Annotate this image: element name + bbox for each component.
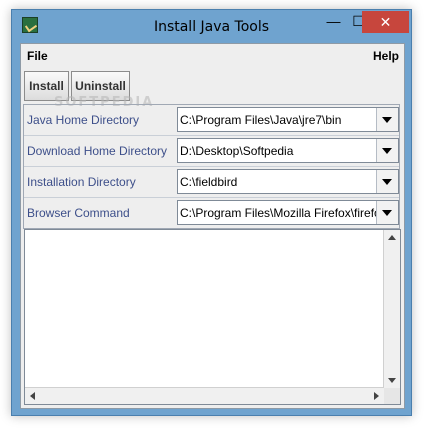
- scroll-down-arrow-icon[interactable]: [388, 378, 396, 383]
- java-home-dropdown-button[interactable]: [376, 108, 398, 131]
- vertical-scrollbar[interactable]: [383, 230, 400, 388]
- close-button[interactable]: ✕: [362, 11, 409, 33]
- chevron-down-icon: [382, 210, 392, 216]
- client-area: File Help Install Uninstall SOFTPEDIA Ja…: [20, 43, 405, 409]
- row-java-home: Java Home Directory C:\Program Files\Jav…: [24, 105, 399, 136]
- java-home-label: Java Home Directory: [27, 113, 140, 127]
- row-browser-command: Browser Command C:\Program Files\Mozilla…: [24, 198, 399, 229]
- installation-dir-dropdown-button[interactable]: [376, 170, 398, 193]
- minimize-button[interactable]: —: [320, 11, 347, 33]
- row-installation-dir: Installation Directory C:\fieldbird: [24, 167, 399, 198]
- title-bar[interactable]: Install Java Tools — ☐ ✕: [12, 10, 411, 43]
- menu-file[interactable]: File: [27, 49, 48, 63]
- installation-dir-label: Installation Directory: [27, 175, 136, 189]
- browser-command-dropdown-button[interactable]: [376, 201, 398, 224]
- browser-command-combo[interactable]: C:\Program Files\Mozilla Firefox\firefox…: [177, 200, 399, 225]
- java-home-value[interactable]: C:\Program Files\Java\jre7\bin: [180, 113, 376, 127]
- download-home-dropdown-button[interactable]: [376, 139, 398, 162]
- download-home-label: Download Home Directory: [27, 144, 168, 158]
- installation-dir-value[interactable]: C:\fieldbird: [180, 175, 376, 189]
- menu-help[interactable]: Help: [373, 49, 399, 63]
- download-home-combo[interactable]: D:\Desktop\Softpedia: [177, 138, 399, 163]
- scroll-up-arrow-icon[interactable]: [388, 235, 396, 240]
- horizontal-scrollbar[interactable]: [25, 387, 384, 404]
- browser-command-value[interactable]: C:\Program Files\Mozilla Firefox\firefox…: [180, 206, 376, 220]
- row-download-home: Download Home Directory D:\Desktop\Softp…: [24, 136, 399, 167]
- menu-bar: File Help: [21, 44, 404, 66]
- scroll-right-arrow-icon[interactable]: [374, 392, 379, 400]
- browser-command-label: Browser Command: [27, 206, 130, 220]
- app-window: Install Java Tools — ☐ ✕ File Help Insta…: [11, 9, 412, 416]
- installation-dir-combo[interactable]: C:\fieldbird: [177, 169, 399, 194]
- scroll-left-arrow-icon[interactable]: [30, 392, 35, 400]
- settings-form: Java Home Directory C:\Program Files\Jav…: [23, 104, 400, 229]
- output-text-area[interactable]: [24, 229, 401, 405]
- download-home-value[interactable]: D:\Desktop\Softpedia: [180, 144, 376, 158]
- scrollbar-corner: [384, 388, 400, 404]
- chevron-down-icon: [382, 148, 392, 154]
- chevron-down-icon: [382, 179, 392, 185]
- java-home-combo[interactable]: C:\Program Files\Java\jre7\bin: [177, 107, 399, 132]
- chevron-down-icon: [382, 117, 392, 123]
